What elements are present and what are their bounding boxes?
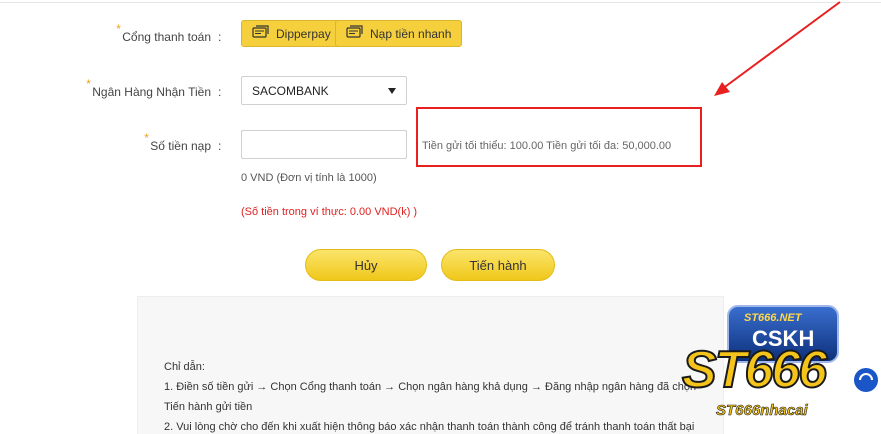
gateway-label: * Cổng thanh toán [116, 22, 211, 45]
red-arrow-annotation [714, 1, 841, 96]
bank-colon: : [218, 85, 222, 99]
badge-top-text: ST666.NET [744, 312, 802, 324]
deposit-limits-text: Tiền gửi tối thiểu: 100.00 Tiền gửi tối … [422, 140, 672, 152]
amount-input[interactable] [241, 130, 407, 159]
required-star: * [116, 22, 121, 36]
gateway-button-label: Dipperpay [276, 26, 331, 41]
amount-colon: : [218, 139, 222, 153]
brand-tagline: ST666nhacai [716, 402, 808, 420]
guide-line: 2. Vui lòng chờ cho đến khi xuất hiện th… [164, 421, 695, 433]
gateway-button-quick-deposit[interactable]: Nạp tiền nhanh [335, 20, 463, 47]
guide-panel: Chỉ dẫn: 1. Điền số tiền gửi → Chọn Cổng… [137, 296, 724, 434]
wallet-balance-text: (Số tiền trong ví thực: 0.00 VND(k) ) [241, 206, 418, 218]
required-star: * [144, 131, 149, 145]
required-star: * [86, 77, 91, 91]
bank-label: * Ngân Hàng Nhận Tiền [86, 77, 211, 100]
card-stack-icon [346, 25, 364, 42]
gateway-button-dipperpay[interactable]: Dipperpay [241, 20, 342, 47]
brand-logo: ST666.NET CSKH ST666 ST666nhacai [680, 300, 880, 434]
proceed-button[interactable]: Tiến hành [441, 249, 555, 281]
bank-label-text: Ngân Hàng Nhận Tiền [92, 85, 211, 99]
bank-select[interactable]: SACOMBANK [241, 76, 407, 105]
amount-label: * Số tiền nạp [144, 131, 211, 154]
guide-title: Chỉ dẫn: [164, 361, 205, 373]
amount-label-text: Số tiền nạp [150, 139, 211, 153]
bank-select-value: SACOMBANK [252, 83, 329, 98]
caret-down-icon [388, 87, 396, 94]
gateway-colon: : [218, 30, 222, 44]
card-stack-icon [252, 25, 270, 42]
limit-highlight-box [416, 107, 702, 167]
brand-wordmark: ST666 [681, 340, 828, 400]
amount-vnd-text: 0 VND (Đơn vị tính là 1000) [241, 172, 377, 184]
guide-line: Tiến hành gửi tiền [164, 401, 253, 413]
gateway-button-label: Nạp tiền nhanh [370, 26, 452, 41]
guide-line: 1. Điền số tiền gửi → Chọn Cổng thanh to… [164, 381, 697, 393]
gateway-label-text: Cổng thanh toán [122, 30, 211, 44]
cancel-button[interactable]: Hủy [305, 249, 427, 281]
